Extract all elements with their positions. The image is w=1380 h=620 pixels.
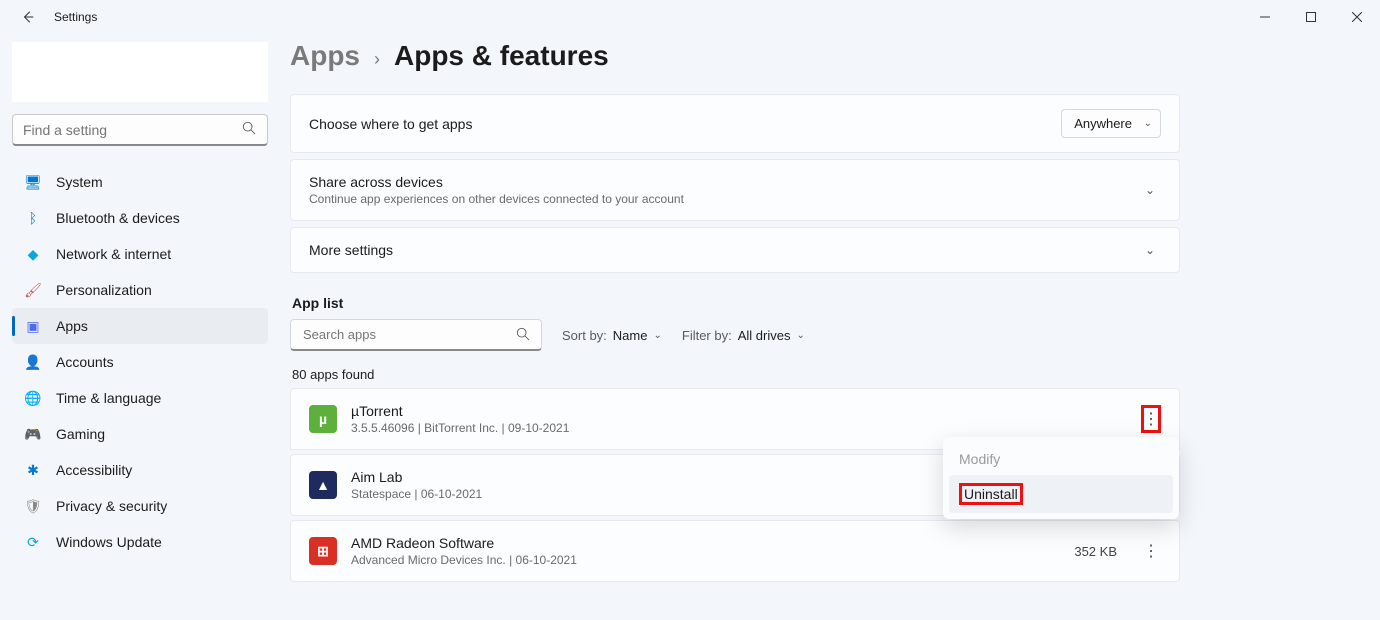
- brush-icon: 🖌: [24, 281, 42, 299]
- chevron-down-icon: ⌄: [1145, 183, 1161, 197]
- sidebar-item-label: Windows Update: [56, 534, 162, 550]
- breadcrumb: Apps › Apps & features: [290, 40, 1180, 72]
- app-icon: µ: [309, 405, 337, 433]
- chevron-down-icon: ⌄: [653, 330, 661, 341]
- app-search-input[interactable]: [290, 319, 542, 351]
- sidebar-item-label: Accessibility: [56, 462, 132, 478]
- sidebar-item-label: Gaming: [56, 426, 105, 442]
- app-name: AMD Radeon Software: [351, 535, 1074, 551]
- more-settings-title: More settings: [309, 242, 393, 258]
- search-icon: [516, 327, 532, 343]
- page-title: Apps & features: [394, 40, 609, 72]
- context-menu: ModifyUninstall: [943, 437, 1179, 519]
- sidebar-item-time-language[interactable]: 🌐 Time & language: [12, 380, 268, 416]
- arrow-left-icon: [21, 10, 35, 24]
- choose-apps-card: Choose where to get apps Anywhere ⌄: [290, 94, 1180, 153]
- sidebar-item-label: Bluetooth & devices: [56, 210, 180, 226]
- sort-label: Sort by:: [562, 328, 607, 343]
- apps-icon: ▣: [24, 317, 42, 335]
- app-row[interactable]: µ µTorrent 3.5.5.46096 | BitTorrent Inc. |…: [290, 388, 1180, 450]
- bluetooth-icon: ᛒ: [24, 209, 42, 227]
- filter-by-dropdown[interactable]: Filter by: All drives ⌄: [682, 328, 805, 343]
- sidebar: 🖥 System ᛒ Bluetooth & devices ◆ Network & in…: [0, 34, 280, 620]
- app-row[interactable]: ⊞ AMD Radeon Software Advanced Micro Devic…: [290, 520, 1180, 582]
- search-input[interactable]: [12, 114, 268, 146]
- sidebar-item-label: Accounts: [56, 354, 114, 370]
- game-icon: 🎮: [24, 425, 42, 443]
- chevron-right-icon: ›: [374, 49, 380, 70]
- wifi-icon: ◆: [24, 245, 42, 263]
- window-controls: [1242, 0, 1380, 34]
- share-devices-title: Share across devices: [309, 174, 684, 190]
- close-icon: [1352, 12, 1362, 22]
- sidebar-item-bluetooth-devices[interactable]: ᛒ Bluetooth & devices: [12, 200, 268, 236]
- choose-apps-title: Choose where to get apps: [309, 116, 472, 132]
- minimize-icon: [1260, 12, 1270, 22]
- monitor-icon: 🖥: [24, 173, 42, 191]
- app-size: 352 KB: [1074, 544, 1117, 559]
- app-meta: Advanced Micro Devices Inc. | 06-10-2021: [351, 553, 1074, 567]
- app-rows: µ µTorrent 3.5.5.46096 | BitTorrent Inc. |…: [290, 388, 1180, 582]
- main-content: Apps › Apps & features Choose where to g…: [280, 34, 1380, 620]
- more-options-button[interactable]: ⋮: [1141, 405, 1161, 433]
- app-list-label: App list: [292, 295, 1180, 311]
- share-devices-sub: Continue app experiences on other device…: [309, 192, 684, 206]
- search-wrap: [12, 114, 268, 146]
- chevron-down-icon: ⌄: [1145, 243, 1161, 257]
- uninstall-option[interactable]: Uninstall: [949, 475, 1173, 513]
- sidebar-item-label: Network & internet: [56, 246, 171, 262]
- sidebar-item-label: Time & language: [56, 390, 161, 406]
- sidebar-item-accounts[interactable]: 👤 Accounts: [12, 344, 268, 380]
- chevron-down-icon: ⌄: [796, 330, 804, 341]
- sidebar-item-privacy-security[interactable]: 🛡 Privacy & security: [12, 488, 268, 524]
- sidebar-item-system[interactable]: 🖥 System: [12, 164, 268, 200]
- minimize-button[interactable]: [1242, 0, 1288, 34]
- globe-icon: 🌐: [24, 389, 42, 407]
- filter-value: All drives: [738, 328, 791, 343]
- window-title: Settings: [54, 10, 97, 24]
- app-list-controls: Sort by: Name ⌄ Filter by: All drives ⌄: [290, 319, 1180, 351]
- breadcrumb-root[interactable]: Apps: [290, 40, 360, 72]
- sidebar-item-apps[interactable]: ▣ Apps: [12, 308, 268, 344]
- close-button[interactable]: [1334, 0, 1380, 34]
- titlebar: Settings: [0, 0, 1380, 34]
- app-name: µTorrent: [351, 403, 1117, 419]
- more-options-button[interactable]: ⋮: [1141, 537, 1161, 565]
- maximize-icon: [1306, 12, 1316, 22]
- sort-value: Name: [613, 328, 648, 343]
- sidebar-item-label: System: [56, 174, 103, 190]
- person-icon: 👤: [24, 353, 42, 371]
- app-icon: ⊞: [309, 537, 337, 565]
- modify-option: Modify: [949, 443, 1173, 475]
- share-devices-card[interactable]: Share across devices Continue app experi…: [290, 159, 1180, 221]
- maximize-button[interactable]: [1288, 0, 1334, 34]
- update-icon: ⟳: [24, 533, 42, 551]
- app-count: 80 apps found: [292, 367, 1180, 382]
- search-icon: [242, 121, 258, 137]
- app-icon: ▲: [309, 471, 337, 499]
- user-panel: [12, 42, 268, 102]
- chevron-down-icon: ⌄: [1144, 118, 1152, 129]
- shield-icon: 🛡: [24, 497, 42, 515]
- sidebar-item-label: Apps: [56, 318, 88, 334]
- sidebar-item-label: Privacy & security: [56, 498, 167, 514]
- sidebar-item-accessibility[interactable]: ✱ Accessibility: [12, 452, 268, 488]
- sidebar-item-personalization[interactable]: 🖌 Personalization: [12, 272, 268, 308]
- sidebar-item-windows-update[interactable]: ⟳ Windows Update: [12, 524, 268, 560]
- more-settings-card[interactable]: More settings ⌄: [290, 227, 1180, 273]
- sidebar-item-gaming[interactable]: 🎮 Gaming: [12, 416, 268, 452]
- accessibility-icon: ✱: [24, 461, 42, 479]
- choose-apps-value: Anywhere: [1074, 116, 1132, 131]
- filter-label: Filter by:: [682, 328, 732, 343]
- back-button[interactable]: [18, 7, 38, 27]
- nav-list: 🖥 System ᛒ Bluetooth & devices ◆ Network & in…: [12, 164, 268, 560]
- sort-by-dropdown[interactable]: Sort by: Name ⌄: [562, 328, 662, 343]
- sidebar-item-network-internet[interactable]: ◆ Network & internet: [12, 236, 268, 272]
- choose-apps-dropdown[interactable]: Anywhere ⌄: [1061, 109, 1161, 138]
- sidebar-item-label: Personalization: [56, 282, 152, 298]
- app-meta: 3.5.5.46096 | BitTorrent Inc. | 09-10-20…: [351, 421, 1117, 435]
